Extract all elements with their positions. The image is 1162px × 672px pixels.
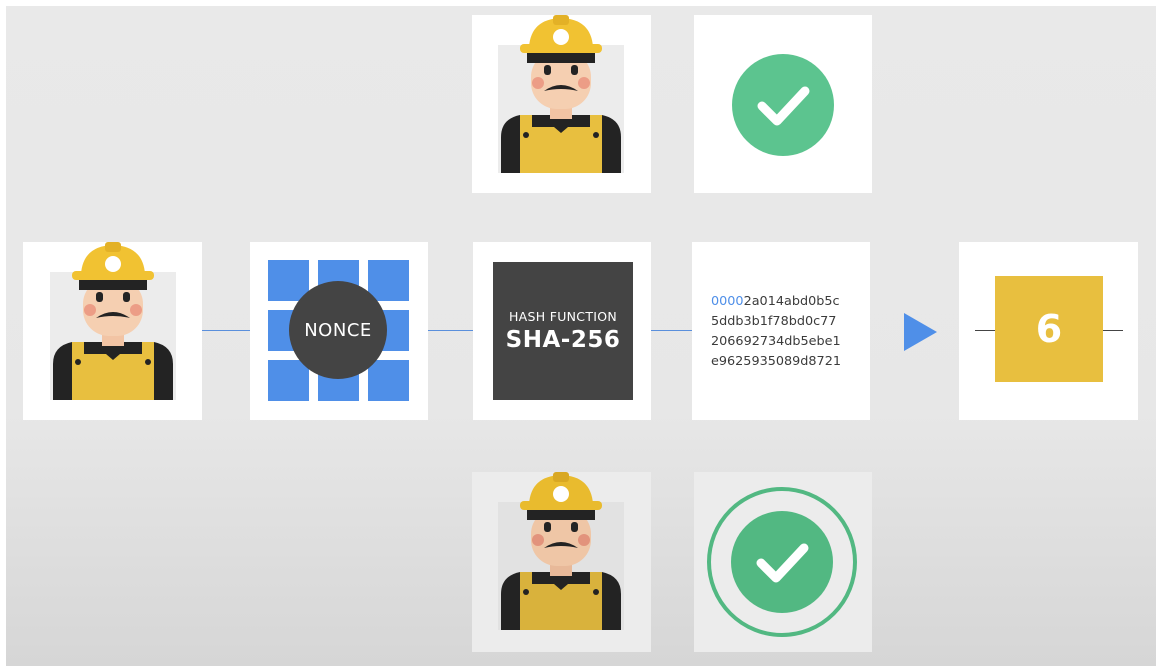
connector-line	[202, 330, 250, 331]
hash-function-card: HASH FUNCTION SHA-256	[473, 242, 651, 420]
check-card-top	[694, 15, 872, 193]
block-number: 6	[995, 276, 1103, 382]
miner-card-main	[23, 242, 202, 420]
miner-card-bottom	[472, 472, 651, 652]
hash-line-4: e9625935089d8721	[711, 354, 841, 369]
check-card-bottom	[694, 472, 872, 652]
hash-function-title: SHA-256	[505, 327, 621, 353]
connector-line	[651, 330, 692, 331]
nonce-label: NONCE	[289, 281, 387, 379]
miner-icon	[498, 15, 624, 173]
miner-icon	[50, 242, 176, 400]
hash-line-3: 206692734db5ebe1	[711, 334, 841, 349]
hash-line-2: 5ddb3b1f78bd0c77	[711, 314, 837, 329]
diagram-stage: NONCE HASH FUNCTION SHA-256 00002a014abd…	[6, 6, 1156, 666]
arrow-right-icon	[904, 313, 937, 351]
block-card: 6	[959, 242, 1138, 420]
hash-function-box: HASH FUNCTION SHA-256	[493, 262, 633, 400]
miner-card-top	[472, 15, 651, 193]
check-icon	[706, 486, 858, 638]
check-icon	[732, 54, 834, 156]
nonce-card: NONCE	[250, 242, 428, 420]
hash-output-card: 00002a014abd0b5c 5ddb3b1f78bd0c77 206692…	[692, 242, 870, 420]
hash-line-1: 2a014abd0b5c	[743, 294, 840, 309]
miner-icon	[498, 462, 624, 630]
chain-line	[1103, 330, 1123, 331]
chain-line	[975, 330, 995, 331]
hash-function-subtitle: HASH FUNCTION	[508, 309, 618, 324]
connector-line	[428, 330, 474, 331]
hash-leading-zeros: 0000	[711, 294, 744, 309]
hash-output-text: 00002a014abd0b5c 5ddb3b1f78bd0c77 206692…	[711, 292, 871, 372]
